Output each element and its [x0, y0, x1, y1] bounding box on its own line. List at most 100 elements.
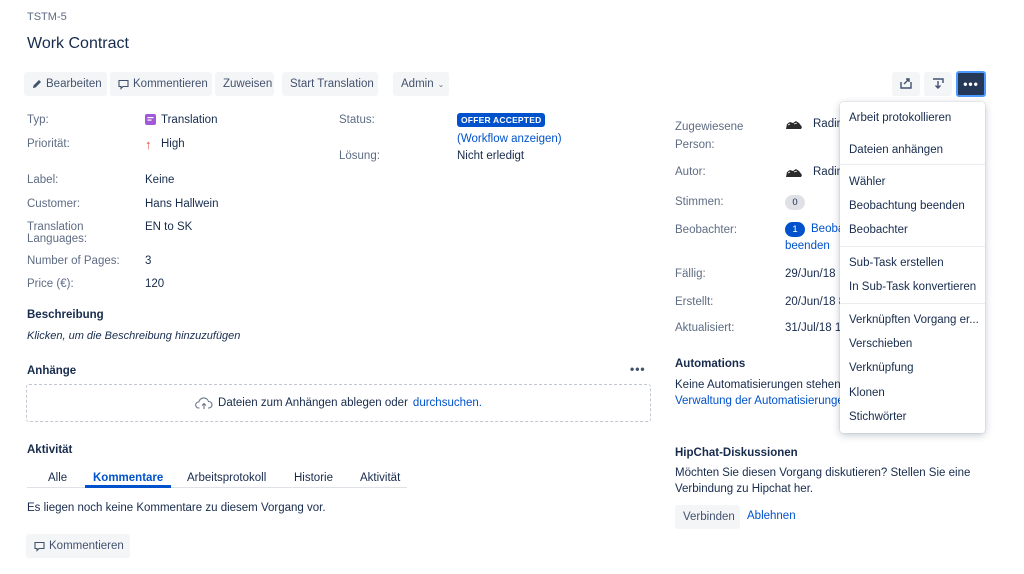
assign-button[interactable]: Zuweisen [215, 72, 274, 96]
stop-watching-link-line2[interactable]: beenden [785, 240, 830, 252]
dropzone-text: Dateien zum Anhängen ablegen oder [218, 397, 408, 409]
hipchat-text-line2: Verbindung zu Hipchat her. [675, 483, 814, 495]
author-label: Autor: [675, 166, 706, 178]
priority-value: High [161, 138, 185, 150]
issue-key[interactable]: TSTM-5 [27, 11, 67, 23]
edit-button[interactable]: Bearbeiten [24, 72, 107, 96]
comment-icon [34, 541, 45, 552]
activity-title: Aktivität [27, 444, 73, 456]
avatar [785, 167, 803, 179]
automations-text: Keine Automatisierungen stehen z [675, 379, 850, 391]
customer-label: Customer: [27, 198, 81, 210]
menu-item-convert-subtask[interactable]: In Sub-Task konvertieren [849, 281, 976, 293]
assign-button-label: Zuweisen [223, 78, 273, 90]
label-label: Label: [27, 174, 59, 186]
comment-button[interactable]: Kommentieren [110, 72, 212, 96]
menu-item-create-linked-issue[interactable]: Verknüpften Vorgang er... [849, 314, 979, 326]
tab-worklog[interactable]: Arbeitsprotokoll [187, 472, 266, 484]
menu-divider [840, 303, 985, 304]
share-button[interactable] [892, 72, 920, 96]
created-label: Erstellt: [675, 296, 714, 308]
menu-item-log-work[interactable]: Arbeit protokollieren [849, 112, 951, 124]
price-label: Price (€): [27, 278, 74, 290]
languages-label-line1: Translation [27, 221, 84, 233]
comment-button-label: Kommentieren [133, 78, 208, 90]
updated-value: 31/Jul/18 1( [785, 322, 846, 334]
attachments-title: Anhänge [27, 365, 77, 377]
attachment-dropzone[interactable]: Dateien zum Anhängen ablegen oder durchs… [26, 384, 651, 422]
watchers-label: Beobachter: [675, 224, 738, 236]
menu-divider [840, 164, 985, 165]
menu-item-voters[interactable]: Wähler [849, 176, 885, 188]
pages-label: Number of Pages: [27, 255, 120, 267]
automations-title: Automations [675, 358, 746, 370]
votes-label: Stimmen: [675, 196, 724, 208]
add-comment-label: Kommentieren [49, 540, 124, 552]
menu-item-watchers[interactable]: Beobachter [849, 224, 908, 236]
languages-label-line2: Languages: [27, 233, 88, 245]
priority-label: Priorität: [27, 138, 70, 150]
menu-item-clone[interactable]: Klonen [849, 387, 885, 399]
resolution-value: Nicht erledigt [457, 150, 525, 162]
active-tab-indicator [85, 485, 171, 488]
languages-label: Translation Languages: [27, 221, 87, 245]
customer-value: Hans Hallwein [145, 198, 219, 210]
menu-item-stop-watching[interactable]: Beobachtung beenden [849, 200, 965, 212]
pages-value: 3 [145, 255, 152, 267]
hipchat-connect-button[interactable]: Verbinden [675, 505, 740, 529]
type-label: Typ: [27, 114, 49, 126]
start-translation-label: Start Translation [290, 78, 374, 90]
tabs-divider [27, 487, 407, 488]
translation-type-icon [145, 114, 156, 125]
add-comment-button[interactable]: Kommentieren [26, 534, 130, 558]
edit-button-label: Bearbeiten [46, 78, 102, 90]
menu-item-create-subtask[interactable]: Sub-Task erstellen [849, 257, 944, 269]
label-value: Keine [145, 174, 175, 186]
automations-manage-link[interactable]: Verwaltung der Automatisierungen [675, 395, 850, 407]
tab-activity[interactable]: Aktivität [360, 472, 400, 484]
cloud-upload-icon [195, 396, 213, 410]
connect-label: Verbinden [683, 511, 735, 523]
assignee-label: Zugewiesene Person: [675, 118, 743, 154]
assignee-label-line1: Zugewiesene [675, 121, 744, 133]
author-value[interactable]: Radin [813, 166, 843, 178]
more-actions-button[interactable]: ••• [956, 71, 986, 97]
chevron-down-icon: ⌄ [437, 79, 445, 89]
start-translation-button[interactable]: Start Translation [282, 72, 378, 96]
menu-item-link[interactable]: Verknüpfung [849, 362, 914, 374]
status-label: Status: [339, 114, 375, 126]
menu-divider [840, 246, 985, 247]
languages-value: EN to SK [145, 221, 193, 233]
watchers-count-badge[interactable]: 1 [785, 222, 805, 237]
hipchat-text-line1: Möchten Sie diesen Vorgang diskutieren? … [675, 467, 971, 479]
description-placeholder[interactable]: Klicken, um die Beschreibung hinzuzufüge… [27, 330, 240, 342]
workflow-link[interactable]: (Workflow anzeigen) [457, 133, 562, 145]
due-value: 29/Jun/18 [785, 268, 836, 280]
avatar [785, 119, 803, 131]
admin-dropdown[interactable]: Admin ⌄ [393, 72, 449, 96]
pencil-icon [32, 79, 42, 89]
hipchat-title: HipChat-Diskussionen [675, 447, 798, 459]
price-value: 120 [145, 278, 165, 290]
updated-label: Aktualisiert: [675, 322, 735, 334]
browse-link[interactable]: durchsuchen. [413, 397, 482, 409]
votes-count-badge[interactable]: 0 [785, 195, 805, 210]
tab-all[interactable]: Alle [48, 472, 67, 484]
page-title[interactable]: Work Contract [27, 35, 129, 53]
admin-label: Admin [401, 78, 434, 90]
attachments-more-icon[interactable]: ••• [630, 362, 646, 376]
tab-history[interactable]: Historie [294, 472, 333, 484]
menu-item-move[interactable]: Verschieben [849, 338, 912, 350]
share-icon [899, 77, 913, 92]
menu-item-attach-files[interactable]: Dateien anhängen [849, 144, 943, 156]
more-icon: ••• [963, 77, 979, 91]
menu-item-labels[interactable]: Stichwörter [849, 411, 907, 423]
description-title: Beschreibung [27, 309, 104, 321]
tab-comments[interactable]: Kommentare [93, 472, 163, 484]
more-actions-menu: Arbeit protokollieren Dateien anhängen W… [840, 102, 985, 433]
priority-high-arrow-icon: ↑ [145, 137, 152, 152]
assignee-value[interactable]: Radin [813, 118, 843, 130]
hipchat-decline-link[interactable]: Ablehnen [747, 510, 796, 522]
due-label: Fällig: [675, 268, 706, 280]
export-button[interactable] [924, 72, 952, 96]
